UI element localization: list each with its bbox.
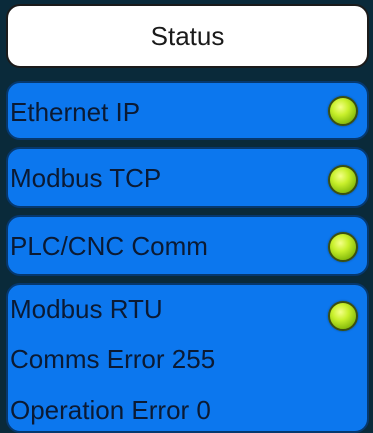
status-header[interactable]: Status [6,4,369,68]
operation-error-text: Operation Error 0 [10,395,211,425]
panel-plc-cnc-comm[interactable]: PLC/CNC Comm [6,215,369,276]
ethernet-ip-label: Ethernet IP [10,97,141,127]
comms-error-text: Comms Error 255 [10,344,216,374]
plc-cnc-comm-label: PLC/CNC Comm [10,231,208,261]
panel-modbus-rtu[interactable]: Modbus RTU Comms Error 255 Operation Err… [6,283,369,433]
status-title: Status [150,20,225,51]
ethernet-ip-status-indicator-icon [328,96,358,126]
modbus-rtu-status-indicator-icon [328,301,358,331]
plc-cnc-comm-status-indicator-icon [328,232,358,262]
modbus-tcp-status-indicator-icon [328,165,358,195]
modbus-tcp-label: Modbus TCP [10,163,162,193]
panel-modbus-tcp[interactable]: Modbus TCP [6,147,369,208]
panel-ethernet-ip[interactable]: Ethernet IP [6,81,369,140]
modbus-rtu-label: Modbus RTU [10,294,163,324]
